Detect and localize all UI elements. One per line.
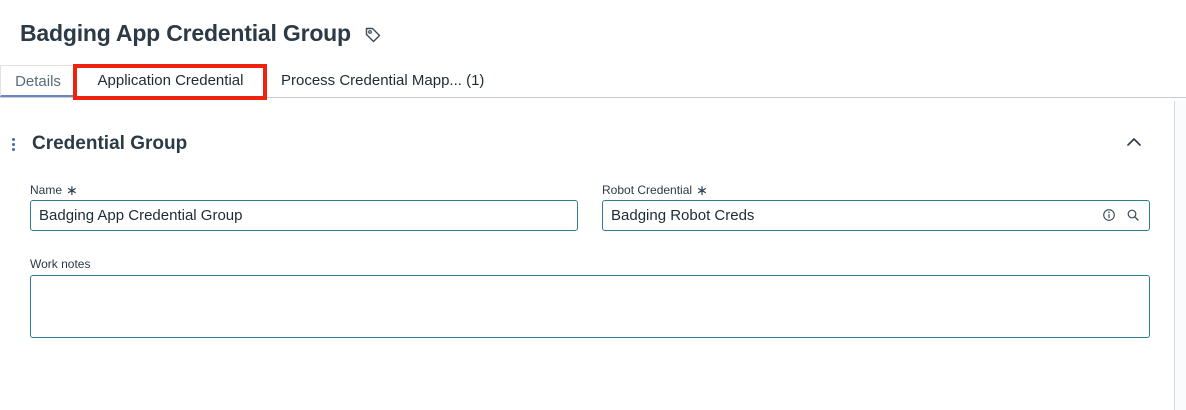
required-mark: ∗ [696,182,708,198]
name-label-text: Name [30,183,63,197]
info-icon[interactable] [1102,208,1116,222]
tab-process-credential-mapping[interactable]: Process Credential Mapp... (1) [281,65,484,96]
work-notes-textarea[interactable] [30,275,1150,338]
tag-icon[interactable] [364,26,382,44]
name-input[interactable] [30,200,578,231]
tab-application-credential[interactable]: Application Credential [76,65,265,96]
section-title: Credential Group [32,133,188,154]
name-label: Name ∗ [30,181,78,198]
vertical-scrollbar[interactable] [1174,101,1186,410]
robot-credential-input[interactable] [602,200,1150,231]
tab-bar: Details Application Credential Process C… [0,65,1186,98]
robot-credential-label: Robot Credential ∗ [602,181,708,198]
page-title: Badging App Credential Group [20,20,351,46]
robot-credential-label-text: Robot Credential [602,183,693,197]
search-icon[interactable] [1126,208,1140,222]
drag-handle-icon[interactable] [12,138,16,152]
required-mark: ∗ [66,182,78,198]
form-header: Badging App Credential Group [20,20,382,47]
tab-details[interactable]: Details [0,65,76,97]
work-notes-label: Work notes [30,257,91,271]
chevron-up-icon[interactable] [1125,134,1143,150]
